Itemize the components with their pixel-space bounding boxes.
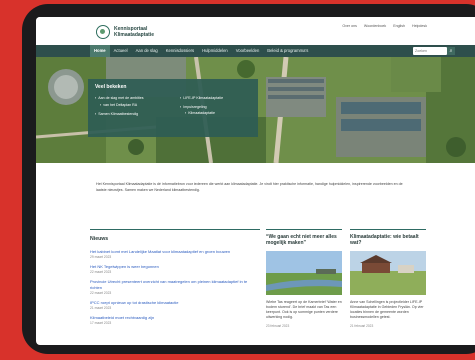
quick-link-klimaatadaptatie[interactable]: Klimaatadaptatie (185, 111, 215, 116)
nav-voorbeelden[interactable]: Voorbeelden (232, 45, 264, 57)
news-date: 17 maart 2023 (90, 321, 112, 326)
hero-banner: Veel bekeken Aan de slag met de ambities… (36, 57, 475, 163)
news-item[interactable]: IPCC roept opnieuw op tot drastische kli… (90, 300, 260, 310)
card-summary: Wiebe Tas reageert op de Kamerbrief 'Wat… (266, 299, 342, 320)
news-title[interactable]: Het kabinet komt met Landelijke Maatlat … (90, 249, 260, 254)
main-nav: Home Actueel Aan de slag Kennisdossiers … (36, 45, 475, 57)
card-image-farm (350, 250, 426, 295)
feature-card-interview[interactable]: “We gaan echt niet meer alles mogelijk m… (266, 229, 342, 328)
news-item[interactable]: Klimaatbeleid moet rechtvaardig zijn 17 … (90, 315, 260, 325)
card-image-canal (266, 250, 342, 295)
utility-links: Over ons Woordenboek English Helpdesk (342, 24, 427, 28)
search-input[interactable] (415, 49, 441, 53)
popular-links-title: Veel bekeken (95, 84, 127, 90)
news-date: 22 maart 2023 (90, 290, 112, 295)
card-title[interactable]: Klimaatadaptatie: wie betaalt wat? (350, 234, 426, 247)
nav-kennisdossiers[interactable]: Kennisdossiers (162, 45, 198, 57)
news-heading: Nieuws (90, 236, 109, 242)
card-title[interactable]: “We gaan echt niet meer alles mogelijk m… (266, 234, 342, 247)
card-date: 23 februari 2023 (266, 323, 290, 328)
nav-home[interactable]: Home (90, 45, 110, 57)
site-logo[interactable]: Kennisportaal Klimaatadaptatie (96, 25, 154, 39)
news-title[interactable]: Het NK Tegelwippen is weer begonnen (90, 264, 260, 269)
search-icon[interactable]: ⌕ (447, 47, 455, 55)
nav-actueel[interactable]: Actueel (110, 45, 132, 57)
news-item[interactable]: Het kabinet komt met Landelijke Maatlat … (90, 249, 260, 259)
popular-links-panel: Veel bekeken Aan de slag met de ambities… (88, 79, 258, 137)
search-box: ⌕ (413, 47, 455, 55)
intro-text: Het Kennisportaal Klimaatadaptatie is dé… (96, 182, 403, 192)
browser-screen: Kennisportaal Klimaatadaptatie Over ons … (36, 17, 475, 345)
card-date: 21 februari 2023 (350, 323, 374, 328)
news-date: 29 maart 2023 (90, 255, 112, 260)
news-title[interactable]: Provincie Utrecht presenteert overzicht … (90, 279, 260, 289)
news-date: 21 maart 2023 (90, 306, 112, 311)
news-title[interactable]: IPCC roept opnieuw op tot drastische kli… (90, 300, 260, 305)
feature-card-financing[interactable]: Klimaatadaptatie: wie betaalt wat? Anne … (350, 229, 426, 328)
logo-icon (96, 25, 110, 39)
toplink-over-ons[interactable]: Over ons (342, 24, 357, 28)
content-columns: Nieuws Het kabinet komt met Landelijke M… (36, 229, 475, 345)
nav-aan-de-slag[interactable]: Aan de slag (132, 45, 162, 57)
site-header: Kennisportaal Klimaatadaptatie Over ons … (36, 17, 475, 45)
nav-hulpmiddelen[interactable]: Hulpmiddelen (198, 45, 232, 57)
quick-link-life-ip[interactable]: LIFE-IP Klimaatadaptatie (180, 96, 223, 101)
logo-line2: Klimaatadaptatie (114, 32, 155, 38)
card-summary: Anne van Schellingen is projectleider LI… (350, 299, 424, 320)
toplink-english[interactable]: English (393, 24, 405, 28)
quick-link-ambities[interactable]: Aan de slag met de ambities (95, 96, 143, 101)
quick-link-deltaplan[interactable]: van het Deltaplan RA (100, 103, 137, 108)
news-item[interactable]: Het NK Tegelwippen is weer begonnen 22 m… (90, 264, 260, 274)
news-item[interactable]: Provincie Utrecht presenteert overzicht … (90, 279, 260, 294)
toplink-helpdesk[interactable]: Helpdesk (412, 24, 427, 28)
news-section: Nieuws Het kabinet komt met Landelijke M… (90, 229, 260, 330)
news-title[interactable]: Klimaatbeleid moet rechtvaardig zijn (90, 315, 260, 320)
toplink-woordenboek[interactable]: Woordenboek (364, 24, 386, 28)
nav-beleid[interactable]: Beleid & programma's (263, 45, 312, 57)
quick-link-samen[interactable]: Samen Klimaatbestendig (95, 112, 138, 117)
quick-link-impuls[interactable]: Impulsregeling (180, 105, 206, 110)
news-date: 22 maart 2023 (90, 270, 112, 275)
